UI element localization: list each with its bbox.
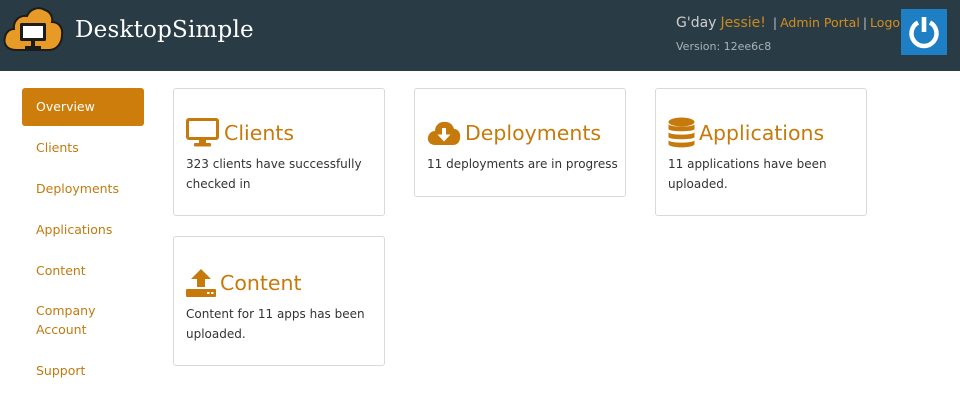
power-button[interactable]: [901, 9, 947, 55]
sidebar-item-support[interactable]: Support: [22, 361, 144, 380]
upload-icon: [186, 269, 216, 297]
card-title: Applications: [699, 121, 825, 145]
link-separator: |: [862, 15, 868, 30]
admin-portal-link[interactable]: Admin Portal: [780, 15, 860, 30]
version-label: Version: 12ee6c8: [676, 40, 772, 53]
card-title: Deployments: [465, 121, 602, 145]
sidebar-nav: Overview Clients Deployments Application…: [22, 88, 144, 380]
clients-card[interactable]: Clients 323 clients have successfully ch…: [173, 88, 385, 216]
applications-card[interactable]: Applications 11 applications have been u…: [655, 88, 867, 216]
user-name: Jessie!: [720, 15, 766, 31]
sidebar-item-overview[interactable]: Overview: [22, 88, 144, 126]
sidebar-item-clients[interactable]: Clients: [22, 138, 144, 157]
brand-name[interactable]: DesktopSimple: [75, 17, 254, 43]
sidebar-item-company-account[interactable]: Company Account: [22, 301, 122, 339]
database-icon: [668, 117, 695, 148]
sidebar-item-content[interactable]: Content: [22, 261, 144, 280]
cloud-monitor-icon[interactable]: [2, 4, 64, 54]
card-text: 11 applications have been uploaded.: [668, 157, 827, 191]
card-title: Clients: [224, 121, 295, 145]
content-card[interactable]: Content Content for 11 apps has been upl…: [173, 236, 385, 366]
cloud-download-icon: [427, 121, 461, 145]
power-icon: [909, 17, 939, 49]
card-text: 11 deployments are in progress: [427, 157, 618, 171]
top-header: DesktopSimple G'day Jessie! | Admin Porta…: [0, 0, 960, 71]
deployments-card[interactable]: Deployments 11 deployments are in progre…: [414, 88, 626, 197]
monitor-icon: [186, 118, 219, 147]
card-text: Content for 11 apps has been uploaded.: [186, 307, 365, 341]
user-greeting: G'day Jessie! | Admin Portal | Logout: [676, 15, 913, 31]
sidebar-item-applications[interactable]: Applications: [22, 220, 144, 239]
link-separator: |: [772, 15, 778, 30]
sidebar-item-deployments[interactable]: Deployments: [22, 179, 144, 198]
greeting-prefix: G'day: [676, 15, 717, 31]
card-text: 323 clients have successfully checked in: [186, 157, 362, 191]
card-title: Content: [220, 271, 302, 295]
